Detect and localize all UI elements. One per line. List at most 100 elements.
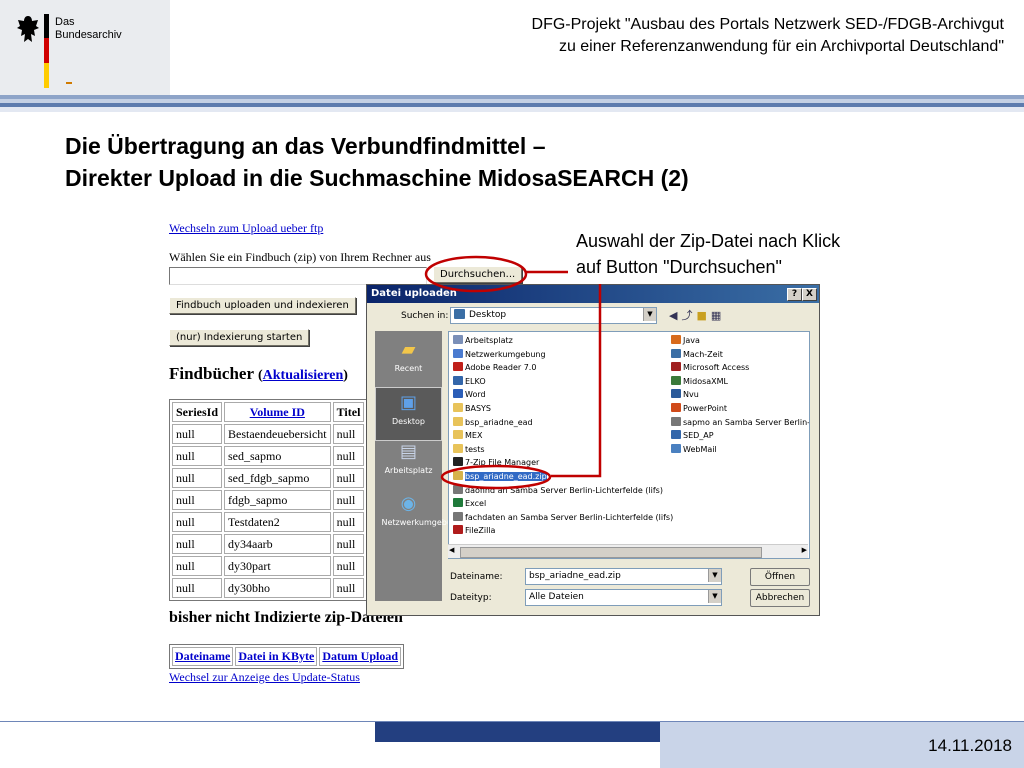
file-item[interactable]: PowerPoint	[671, 403, 727, 413]
upload-and-index-button[interactable]: Findbuch uploaden und indexieren	[169, 297, 356, 314]
table-cell: null	[332, 468, 365, 488]
chevron-down-icon[interactable]: ▼	[708, 590, 721, 603]
upload-ftp-link[interactable]: Wechseln zum Upload ueber ftp	[169, 221, 323, 236]
file-name: MEX	[465, 431, 483, 441]
logo-line-2: Bundesarchiv	[55, 29, 122, 41]
column-header-volume-id[interactable]: Volume ID	[224, 402, 331, 422]
file-item[interactable]: bsp_ariadne_ead.zip	[453, 471, 547, 481]
browse-button[interactable]: Durchsuchen...	[433, 266, 523, 283]
file-item[interactable]: ELKO	[453, 375, 486, 386]
shortcut-icon	[671, 430, 681, 440]
file-item[interactable]: BASYS	[453, 403, 491, 413]
chevron-down-icon[interactable]: ▼	[643, 308, 656, 321]
folder-icon	[453, 430, 463, 440]
file-item[interactable]: Word	[453, 389, 486, 399]
place-recent[interactable]: ▰ Recent	[375, 339, 442, 373]
excel-icon	[453, 498, 463, 508]
file-item[interactable]: Mach-Zeit	[671, 348, 723, 359]
new-folder-icon[interactable]: ■	[696, 309, 710, 322]
file-name: daofind an Samba Server Berlin-Lichterfe…	[465, 485, 663, 495]
look-in-value: Desktop	[469, 310, 507, 320]
file-item[interactable]: Netzwerkumgebung	[453, 348, 546, 359]
file-item[interactable]: WebMail	[671, 443, 717, 454]
file-name-value: bsp_ariadne_ead.zip	[529, 571, 621, 581]
file-item[interactable]: tests	[453, 443, 485, 454]
column-header-seriesid[interactable]: SeriesId	[172, 402, 222, 422]
pdf-icon	[453, 362, 463, 372]
file-name: Adobe Reader 7.0	[465, 363, 537, 373]
table-cell: null	[332, 556, 365, 576]
file-item[interactable]: Microsoft Access	[671, 362, 749, 372]
table-cell: sed_fdgb_sapmo	[224, 468, 331, 488]
slide-title-line-1: Die Übertragung an das Verbundfindmittel…	[65, 133, 546, 159]
place-label: Arbeitsplatz	[384, 466, 433, 475]
file-item[interactable]: sapmo an Samba Server Berlin-L	[671, 416, 809, 427]
folder-icon	[453, 403, 463, 412]
table-cell: null	[332, 424, 365, 444]
cancel-button[interactable]: Abbrechen	[750, 589, 810, 607]
help-button[interactable]: ?	[787, 288, 802, 301]
file-name: Excel	[465, 499, 487, 509]
update-status-link[interactable]: Wechsel zur Anzeige des Update-Status	[169, 670, 360, 685]
file-name: Mach-Zeit	[683, 349, 723, 359]
horizontal-scrollbar[interactable]: ◀ ▶	[448, 544, 808, 558]
table-cell: null	[172, 446, 222, 466]
network-drive-icon	[671, 416, 681, 426]
file-item[interactable]: FileZilla	[453, 525, 495, 535]
chevron-down-icon[interactable]: ▼	[708, 569, 721, 582]
table-cell: null	[332, 490, 365, 510]
column-header-dateiname[interactable]: Dateiname	[172, 647, 234, 666]
file-item[interactable]: fachdaten an Samba Server Berlin-Lichter…	[453, 511, 674, 522]
table-cell: fdgb_sapmo	[224, 490, 331, 510]
dialog-title-bar[interactable]: Datei uploaden ? X	[367, 285, 819, 303]
back-icon[interactable]: ◀	[669, 309, 681, 322]
table-cell: null	[172, 578, 222, 598]
file-item[interactable]: Nvu	[671, 389, 699, 399]
project-title: DFG-Projekt "Ausbau des Portals Netzwerk…	[532, 14, 1004, 58]
table-cell: null	[332, 534, 365, 554]
footer-dark-band	[375, 722, 660, 742]
file-item[interactable]: SED_AP	[671, 430, 714, 440]
zip-file-icon	[453, 471, 463, 480]
file-name: WebMail	[683, 444, 717, 454]
open-button[interactable]: Öffnen	[750, 568, 810, 586]
scroll-left-icon[interactable]: ◀	[449, 546, 454, 554]
scrollbar-thumb[interactable]	[460, 547, 762, 558]
column-header-titel[interactable]: Titel	[332, 402, 365, 422]
start-indexing-button[interactable]: (nur) Indexierung starten	[169, 329, 310, 346]
file-item[interactable]: MidosaXML	[671, 375, 728, 386]
refresh-link[interactable]: Aktualisieren	[263, 368, 344, 383]
table-cell: Bestaendeuebersicht	[224, 424, 331, 444]
look-in-dropdown[interactable]: Desktop ▼	[450, 307, 657, 324]
file-name: PowerPoint	[683, 404, 728, 413]
column-header-datei-in-kbyte[interactable]: Datei in KByte	[235, 647, 318, 666]
column-header-datum-upload[interactable]: Datum Upload	[319, 647, 402, 666]
file-item[interactable]: 7-Zip File Manager	[453, 457, 539, 467]
file-item[interactable]: daofind an Samba Server Berlin-Lichterfe…	[453, 484, 663, 495]
scroll-right-icon[interactable]: ▶	[802, 546, 807, 554]
up-folder-icon[interactable]: ⤴	[681, 309, 696, 322]
file-item[interactable]: Adobe Reader 7.0	[453, 362, 536, 372]
file-name: ELKO	[465, 376, 486, 386]
place-desktop[interactable]: ▣ Desktop	[375, 387, 442, 441]
place-my-computer[interactable]: ▤ Arbeitsplatz	[375, 441, 442, 475]
table-row: nulldy30partnulln	[172, 556, 384, 576]
file-item[interactable]: bsp_ariadne_ead	[453, 416, 533, 427]
file-item[interactable]: Excel	[453, 498, 486, 508]
close-button[interactable]: X	[802, 288, 817, 301]
file-type-dropdown[interactable]: Alle Dateien ▼	[525, 589, 722, 606]
view-menu-icon[interactable]: ▦	[711, 309, 725, 322]
place-network[interactable]: ◉ Netzwerkumgebung	[375, 493, 463, 528]
annotation-line-1: Auswahl der Zip-Datei nach Klick	[576, 231, 841, 251]
file-name: Arbeitsplatz	[465, 336, 513, 345]
file-item[interactable]: Arbeitsplatz	[453, 335, 513, 345]
file-name: Microsoft Access	[683, 363, 750, 373]
file-path-input[interactable]	[169, 267, 427, 285]
file-name: FileZilla	[465, 526, 496, 536]
table-cell: sed_sapmo	[224, 446, 331, 466]
file-name: fachdaten an Samba Server Berlin-Lichter…	[465, 512, 674, 522]
file-item[interactable]: MEX	[453, 430, 482, 440]
file-name-field[interactable]: bsp_ariadne_ead.zip ▼	[525, 568, 722, 585]
file-item[interactable]: Java	[671, 335, 700, 345]
computer-icon	[453, 335, 463, 344]
